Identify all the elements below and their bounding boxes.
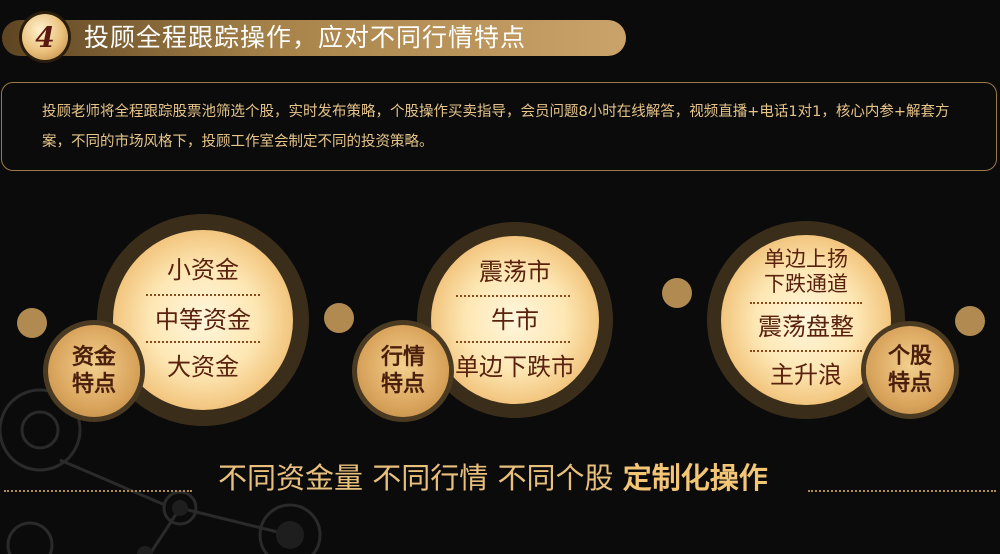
stock-item-trend: 单边上扬 下跌通道 — [716, 247, 896, 297]
dotted-rule-right — [808, 490, 996, 492]
market-item-bull: 牛市 — [491, 306, 539, 334]
capital-feature-badge: 资金 特点 — [48, 325, 140, 417]
tagline-part1: 不同资金量 — [218, 461, 364, 495]
separator — [456, 295, 570, 297]
dotted-rule-left — [4, 490, 192, 492]
feature-label-line1: 行情 — [380, 345, 425, 370]
capital-item-large: 大资金 — [167, 353, 239, 381]
step-number-badge: 4 — [22, 14, 68, 60]
right-dot — [955, 306, 985, 336]
feature-label-line1: 资金 — [71, 345, 116, 370]
separator — [750, 350, 862, 352]
separator — [456, 341, 570, 343]
market-item-range: 震荡市 — [479, 258, 551, 286]
separator — [750, 302, 862, 304]
left-dot — [662, 278, 692, 308]
description-box: 投顾老师将全程跟踪股票池筛选个股，实时发布策略，个股操作买卖指导，会员问题8小时… — [1, 82, 997, 171]
separator — [146, 294, 260, 296]
feature-label-line2: 特点 — [380, 372, 425, 397]
feature-label-line2: 特点 — [71, 372, 116, 397]
tagline-row: 不同资金量 不同行情 不同个股 定制化操作 — [0, 456, 1000, 500]
capital-item-small: 小资金 — [167, 256, 239, 284]
section-title: 投顾全程跟踪操作，应对不同行情特点 — [84, 23, 527, 52]
tagline-part3: 不同个股 — [497, 461, 614, 495]
tagline-part2: 不同行情 — [372, 461, 489, 495]
feature-label-line2: 特点 — [887, 371, 932, 396]
tagline-emphasis: 定制化操作 — [622, 461, 768, 495]
tagline: 不同资金量 不同行情 不同个股 定制化操作 — [218, 456, 768, 500]
capital-item-medium: 中等资金 — [155, 306, 251, 334]
left-dot — [17, 308, 47, 338]
description-text: 投顾老师将全程跟踪股票池筛选个股，实时发布策略，个股操作买卖指导，会员问题8小时… — [42, 104, 950, 150]
market-feature-badge: 行情 特点 — [357, 325, 449, 417]
stock-item-consolidation: 震荡盘整 — [758, 313, 854, 341]
stock-item-trend-text: 单边上扬 下跌通道 — [764, 247, 848, 296]
stock-feature-badge: 个股 特点 — [866, 326, 954, 414]
market-item-bear: 单边下跌市 — [455, 353, 575, 381]
left-dot — [324, 303, 354, 333]
separator — [146, 341, 260, 343]
feature-label-line1: 个股 — [887, 344, 932, 369]
